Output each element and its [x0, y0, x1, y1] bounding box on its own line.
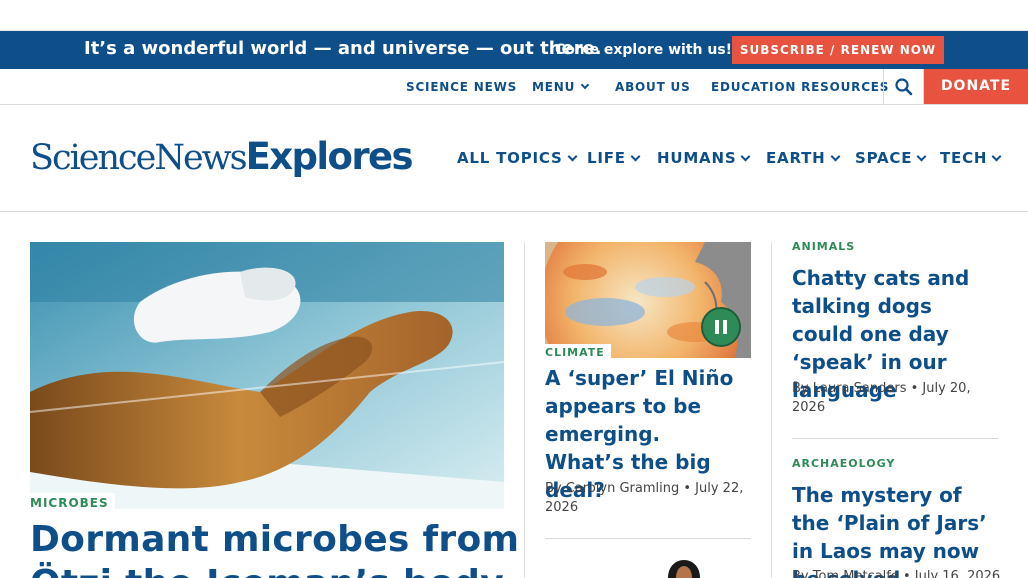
logo-explores: Explores — [245, 135, 414, 178]
search-button[interactable] — [883, 69, 924, 104]
utility-nav: SCIENCE NEWS MENU ABOUT US EDUCATION RES… — [0, 69, 1028, 105]
nav-life[interactable]: LIFE — [587, 149, 641, 167]
site-logo[interactable]: ScienceNewsExplores — [30, 135, 414, 178]
lead-story-image[interactable] — [30, 242, 504, 509]
chatty-cats-byline: By Laura Sanders • July 20, 2026 — [792, 381, 971, 415]
menu-label: MENU — [532, 80, 576, 94]
pause-icon-bar — [723, 320, 727, 334]
lead-headline-line2: Ötzi the Iceman’s body — [30, 562, 510, 578]
chevron-down-icon — [740, 151, 751, 162]
menu-dropdown[interactable]: MENU — [532, 80, 590, 94]
column-divider — [524, 242, 525, 578]
nav-all-topics[interactable]: ALL TOPICS — [457, 149, 578, 167]
plain-of-jars-headline[interactable]: The mystery of the ‘Plain of Jars’ in La… — [792, 481, 998, 578]
promo-headline: It’s a wonderful world — and universe — … — [84, 38, 602, 59]
column-divider — [771, 242, 772, 578]
next-card-image[interactable] — [664, 560, 704, 578]
nav-label: TECH — [940, 149, 988, 167]
archaeology-category-tag[interactable]: ARCHAEOLOGY — [792, 457, 896, 470]
science-news-link[interactable]: SCIENCE NEWS — [406, 80, 517, 94]
animals-category-tag[interactable]: ANIMALS — [792, 240, 856, 253]
lead-headline[interactable]: Dormant microbes from Ötzi the Iceman’s … — [30, 518, 520, 578]
nav-space[interactable]: SPACE — [855, 149, 927, 167]
plain-of-jars-byline: By Tom Metcalfe • July 16, 2026 — [792, 569, 1001, 578]
card-divider — [792, 438, 998, 439]
chevron-down-icon — [830, 151, 840, 162]
logo-sciencenews: ScienceNews — [30, 138, 248, 178]
lead-headline-line1: Dormant microbes from — [30, 519, 520, 560]
pause-button[interactable] — [701, 307, 741, 347]
promo-subline: Come explore with us! — [555, 42, 733, 58]
main-nav: ScienceNewsExplores ALL TOPICS LIFE HUMA… — [0, 105, 1028, 212]
donate-button[interactable]: DONATE — [924, 69, 1028, 104]
education-resources-link[interactable]: EDUCATION RESOURCES — [711, 80, 889, 94]
nav-label: SPACE — [855, 149, 913, 167]
chevron-down-icon — [580, 80, 590, 90]
promo-banner: It’s a wonderful world — and universe — … — [0, 31, 1028, 69]
nav-tech[interactable]: TECH — [940, 149, 1002, 167]
chevron-down-icon — [916, 151, 927, 162]
nav-label: ALL TOPICS — [457, 149, 563, 167]
card-divider — [545, 538, 751, 539]
subscribe-button[interactable]: SUBSCRIBE / RENEW NOW — [732, 36, 944, 64]
lead-category-tag[interactable]: MICROBES — [30, 493, 115, 512]
nav-earth[interactable]: EARTH — [766, 149, 840, 167]
chevron-down-icon — [991, 151, 1002, 162]
chevron-down-icon — [567, 151, 578, 162]
nav-label: EARTH — [766, 149, 826, 167]
nav-label: LIFE — [587, 149, 626, 167]
about-us-link[interactable]: ABOUT US — [615, 80, 691, 94]
chevron-down-icon — [630, 151, 641, 162]
climate-category-tag[interactable]: CLIMATE — [545, 344, 611, 360]
nav-label: HUMANS — [657, 149, 737, 167]
pause-icon-bar — [715, 320, 719, 334]
search-icon — [895, 78, 913, 96]
iceman-photo — [30, 242, 504, 509]
el-nino-byline: By Carolyn Gramling • July 22, 2026 — [545, 481, 744, 515]
nav-humans[interactable]: HUMANS — [657, 149, 751, 167]
top-strip — [0, 0, 1028, 31]
